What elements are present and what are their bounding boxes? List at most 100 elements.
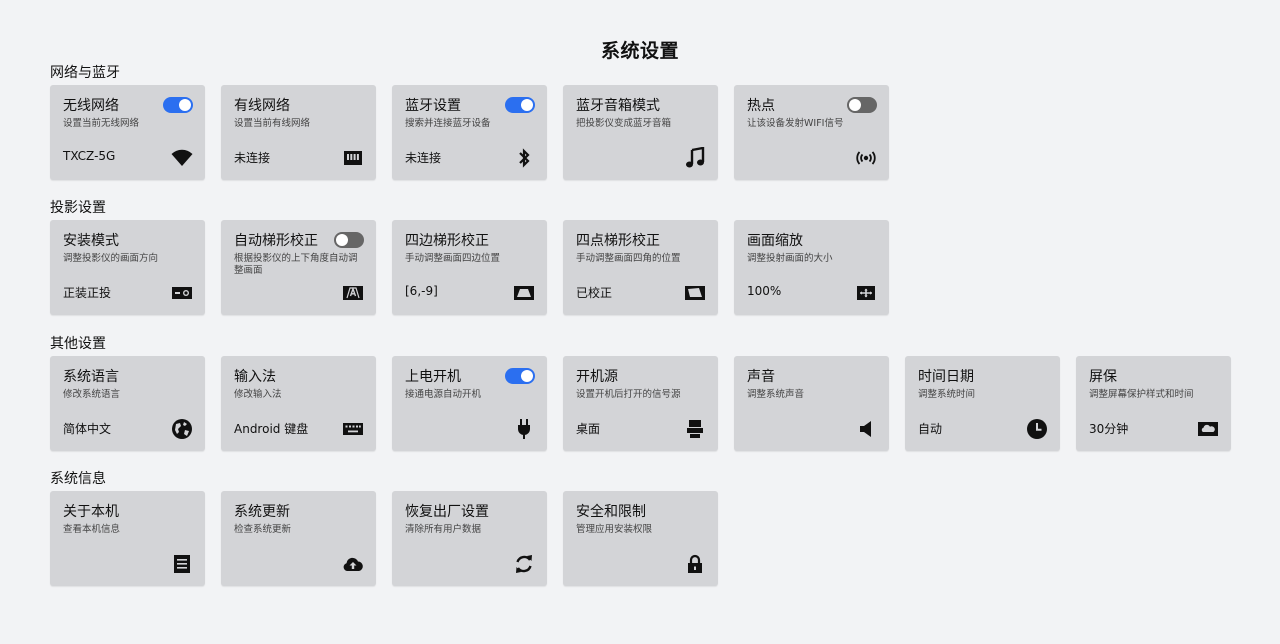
settings-card[interactable]: 四点梯形校正手动调整画面四角的位置 已校正 <box>563 220 718 315</box>
screensaver-icon <box>1197 418 1219 440</box>
settings-card[interactable]: 时间日期调整系统时间 自动 <box>905 356 1060 451</box>
card-title: 热点 <box>747 98 775 114</box>
card-title: 画面缩放 <box>747 233 803 249</box>
card-description: 调整投影仪的画面方向 <box>63 253 159 264</box>
card-description: 调整系统声音 <box>747 389 805 400</box>
card-title: 蓝牙设置 <box>405 98 461 114</box>
card-description: 修改系统语言 <box>63 389 121 400</box>
settings-card[interactable]: 声音 调整系统声音 <box>734 356 889 451</box>
projector-icon <box>171 282 193 304</box>
card-title: 无线网络 <box>63 98 119 114</box>
card-title: 四边梯形校正 <box>405 233 489 249</box>
settings-card[interactable]: 输入法修改输入法 Android 键盘 <box>221 356 376 451</box>
card-title: 关于本机 <box>63 504 119 520</box>
toggle-switch[interactable] <box>505 97 535 113</box>
card-description: 修改输入法 <box>234 389 282 400</box>
section-title: 网络与蓝牙 <box>50 65 120 81</box>
card-title: 有线网络 <box>234 98 290 114</box>
bluetooth-icon <box>513 147 535 169</box>
refresh-icon <box>513 553 535 575</box>
auto-keystone-icon <box>342 282 364 304</box>
settings-card[interactable]: 开机源设置开机后打开的信号源 桌面 <box>563 356 718 451</box>
card-title: 屏保 <box>1089 369 1117 385</box>
section-title: 投影设置 <box>50 200 106 216</box>
settings-card[interactable]: 自动梯形校正根据投影仪的上下角度自动调整画面 <box>221 220 376 315</box>
card-status: 已校正 <box>576 286 613 300</box>
card-status: 简体中文 <box>63 422 112 436</box>
settings-card[interactable]: 画面缩放调整投射画面的大小 100% <box>734 220 889 315</box>
hotspot-icon <box>855 147 877 169</box>
card-title: 声音 <box>747 369 775 385</box>
ethernet-icon <box>342 147 364 169</box>
document-icon <box>171 553 193 575</box>
card-description: 设置当前无线网络 <box>63 118 140 129</box>
card-title: 上电开机 <box>405 369 461 385</box>
card-status: 桌面 <box>576 422 601 436</box>
resize-icon <box>855 282 877 304</box>
card-description: 搜索并连接蓝牙设备 <box>405 118 491 129</box>
cloud-upload-icon <box>342 553 364 575</box>
card-title: 安装模式 <box>63 233 119 249</box>
toggle-switch[interactable] <box>505 368 535 384</box>
plug-icon <box>513 418 535 440</box>
card-description: 调整投射画面的大小 <box>747 253 833 264</box>
card-title: 时间日期 <box>918 369 974 385</box>
card-status: 未连接 <box>405 151 442 165</box>
settings-card[interactable]: 无线网络设置当前无线网络 TXCZ-5G <box>50 85 205 180</box>
card-status: 未连接 <box>234 151 271 165</box>
card-description: 把投影仪变成蓝牙音箱 <box>576 118 672 129</box>
card-status: 正装正投 <box>63 286 112 300</box>
card-status: 100% <box>747 284 782 298</box>
source-icon <box>684 418 706 440</box>
settings-card[interactable]: 安装模式调整投影仪的画面方向 正装正投 <box>50 220 205 315</box>
card-description: 接通电源自动开机 <box>405 389 482 400</box>
card-description: 调整系统时间 <box>918 389 976 400</box>
card-title: 四点梯形校正 <box>576 233 660 249</box>
card-description: 查看本机信息 <box>63 524 121 535</box>
lock-icon <box>684 553 706 575</box>
card-title: 蓝牙音箱模式 <box>576 98 660 114</box>
settings-card[interactable]: 有线网络 设置当前有线网络 未连接 <box>221 85 376 180</box>
toggle-switch[interactable] <box>847 97 877 113</box>
four-point-icon <box>684 282 706 304</box>
section-title: 系统信息 <box>50 471 106 487</box>
card-status: Android 键盘 <box>234 422 309 436</box>
section-title: 其他设置 <box>50 336 106 352</box>
wifi-icon <box>171 147 193 169</box>
settings-card[interactable]: 系统更新检查系统更新 <box>221 491 376 586</box>
card-description: 检查系统更新 <box>234 524 292 535</box>
card-description: 让该设备发射WIFI信号 <box>747 118 844 129</box>
card-title: 输入法 <box>234 369 276 385</box>
speaker-icon <box>855 418 877 440</box>
settings-card[interactable]: 蓝牙设置搜索并连接蓝牙设备 未连接 <box>392 85 547 180</box>
card-title: 系统语言 <box>63 369 119 385</box>
settings-card[interactable]: 屏保 调整屏幕保护样式和时间 30分钟 <box>1076 356 1231 451</box>
globe-icon <box>171 418 193 440</box>
card-title: 系统更新 <box>234 504 290 520</box>
settings-card[interactable]: 关于本机查看本机信息 <box>50 491 205 586</box>
card-description: 设置开机后打开的信号源 <box>576 389 681 400</box>
settings-card[interactable]: 系统语言修改系统语言 简体中文 <box>50 356 205 451</box>
page-title: 系统设置 <box>600 40 679 62</box>
card-status: 自动 <box>918 422 943 436</box>
card-description: 手动调整画面四边位置 <box>405 253 501 264</box>
settings-card[interactable]: 上电开机接通电源自动开机 <box>392 356 547 451</box>
trapezoid-icon <box>513 282 535 304</box>
toggle-switch[interactable] <box>163 97 193 113</box>
card-title: 开机源 <box>576 369 618 385</box>
card-description: 根据投影仪的上下角度自动调整画面 <box>234 253 358 276</box>
card-status: TXCZ-5G <box>63 149 116 163</box>
settings-card[interactable]: 四边梯形校正 手动调整画面四边位置 [6,-9] <box>392 220 547 315</box>
toggle-switch[interactable] <box>334 232 364 248</box>
settings-card[interactable]: 安全和限制 管理应用安装权限 <box>563 491 718 586</box>
clock-icon <box>1026 418 1048 440</box>
keyboard-icon <box>342 418 364 440</box>
card-description: 手动调整画面四角的位置 <box>576 253 681 264</box>
card-title: 自动梯形校正 <box>234 233 318 249</box>
settings-card[interactable]: 热点让该设备发射WIFI信号 <box>734 85 889 180</box>
card-description: 管理应用安装权限 <box>576 524 653 535</box>
card-status: 30分钟 <box>1089 422 1129 436</box>
card-description: 清除所有用户数据 <box>405 524 482 535</box>
settings-card[interactable]: 恢复出厂设置 清除所有用户数据 <box>392 491 547 586</box>
settings-card[interactable]: 蓝牙音箱模式把投影仪变成蓝牙音箱 <box>563 85 718 180</box>
